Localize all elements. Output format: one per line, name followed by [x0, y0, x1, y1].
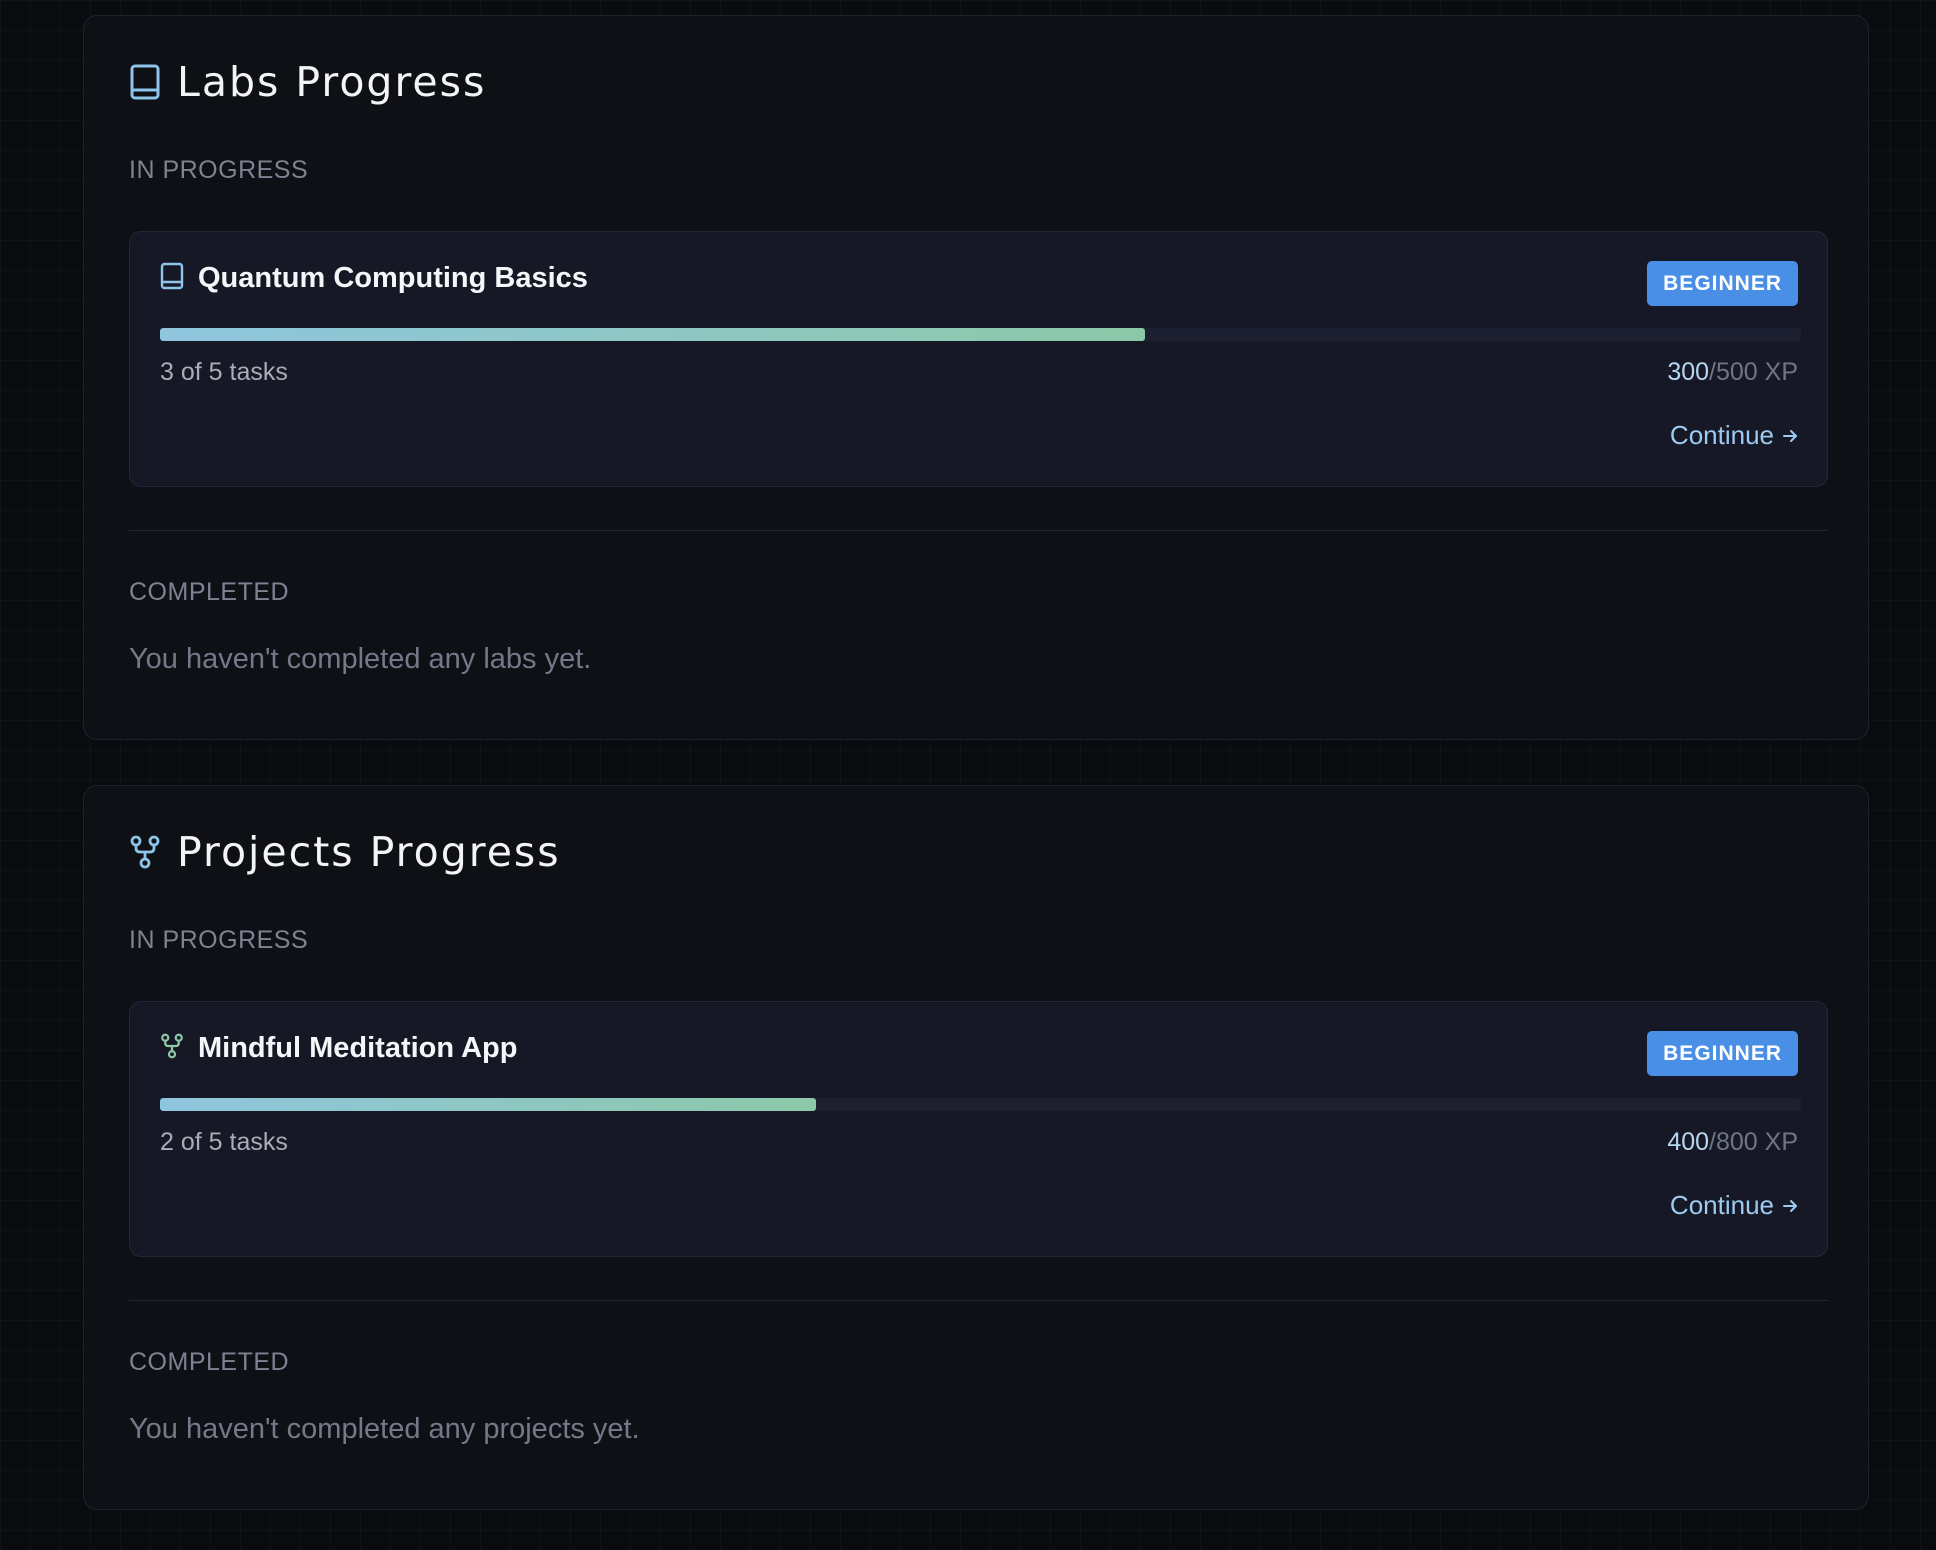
project-card-title-row: Mindful Meditation App	[160, 1032, 517, 1065]
projects-in-progress-label: IN PROGRESS	[129, 926, 309, 954]
project-xp-total: /800 XP	[1709, 1128, 1798, 1156]
projects-panel-header: Projects Progress	[129, 828, 561, 876]
lab-card-title: Quantum Computing Basics	[198, 262, 588, 294]
labs-panel-title: Labs Progress	[177, 58, 487, 106]
lab-progress-bar	[160, 328, 1801, 341]
project-tasks-count: 2 of 5 tasks	[160, 1128, 288, 1156]
project-card-title: Mindful Meditation App	[198, 1032, 518, 1064]
lab-card-title-row: Quantum Computing Basics	[160, 262, 588, 295]
project-continue-link[interactable]: Continue	[1670, 1190, 1798, 1221]
section-divider	[129, 1300, 1828, 1301]
labs-progress-panel: Labs Progress IN PROGRESS Quantum Comput…	[83, 15, 1869, 740]
labs-in-progress-label: IN PROGRESS	[129, 156, 309, 184]
arrow-right-icon	[1782, 1190, 1798, 1221]
project-xp: 400/800 XP	[1667, 1128, 1798, 1157]
lab-xp-total: /500 XP	[1709, 358, 1798, 386]
labs-completed-label: COMPLETED	[129, 578, 290, 606]
projects-completed-label: COMPLETED	[129, 1348, 290, 1376]
project-xp-current: 400	[1667, 1128, 1710, 1156]
continue-label: Continue	[1669, 1190, 1774, 1220]
project-progress-bar	[160, 1098, 1801, 1111]
difficulty-badge[interactable]: BEGINNER	[1647, 1031, 1798, 1076]
continue-label: Continue	[1669, 420, 1774, 450]
git-fork-icon	[129, 835, 161, 869]
book-icon	[129, 64, 161, 100]
project-progress-fill	[160, 1098, 817, 1111]
lab-card: Quantum Computing Basics BEGINNER 3 of 5…	[129, 231, 1828, 487]
section-divider	[129, 530, 1828, 531]
lab-xp: 300/500 XP	[1667, 358, 1798, 387]
lab-tasks-count: 3 of 5 tasks	[160, 358, 288, 386]
labs-completed-empty-text: You haven't completed any labs yet.	[129, 643, 592, 675]
arrow-right-icon	[1782, 420, 1798, 451]
projects-completed-empty-text: You haven't completed any projects yet.	[129, 1413, 640, 1445]
projects-progress-panel: Projects Progress IN PROGRESS Mindful Me…	[83, 785, 1869, 1510]
book-icon	[160, 262, 184, 295]
difficulty-badge[interactable]: BEGINNER	[1647, 261, 1798, 306]
project-card: Mindful Meditation App BEGINNER 2 of 5 t…	[129, 1001, 1828, 1257]
git-fork-icon	[160, 1033, 184, 1064]
lab-xp-current: 300	[1667, 358, 1710, 386]
labs-panel-header: Labs Progress	[129, 58, 486, 106]
projects-panel-title: Projects Progress	[177, 828, 561, 876]
lab-continue-link[interactable]: Continue	[1670, 420, 1798, 451]
lab-progress-fill	[160, 328, 1145, 341]
